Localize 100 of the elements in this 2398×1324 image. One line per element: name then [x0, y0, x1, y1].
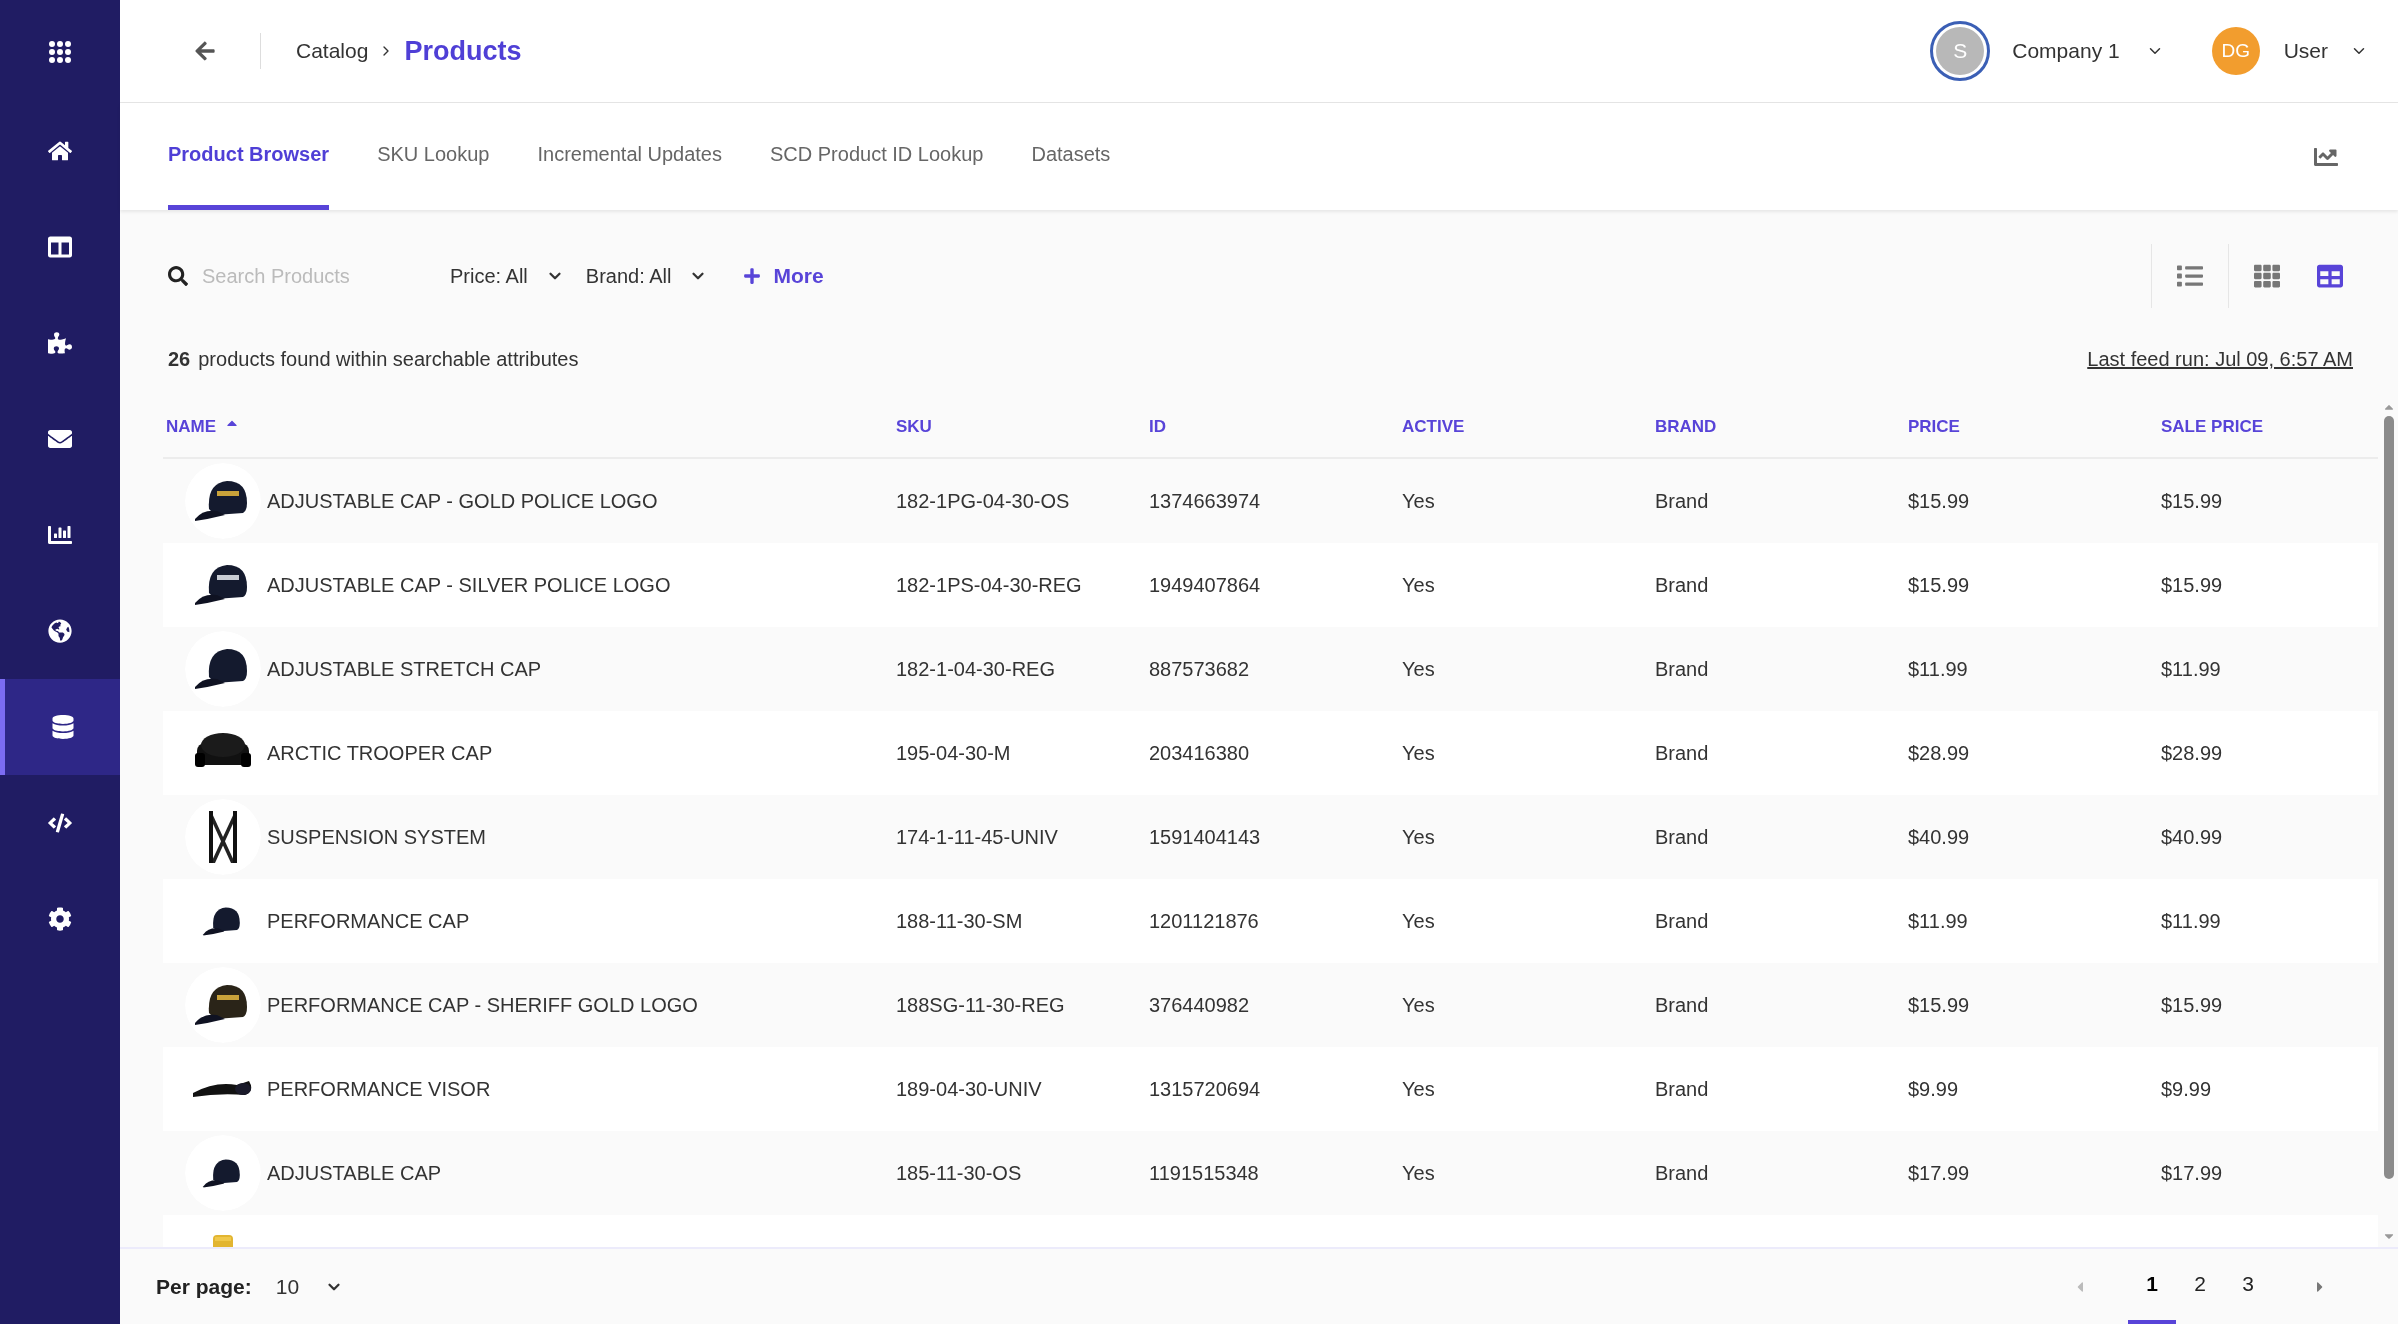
filter-dropdown[interactable]: Price: All	[450, 261, 564, 291]
table-cell-text: Yes	[1402, 993, 1436, 1018]
tab[interactable]: SCD Product ID Lookup	[770, 103, 984, 210]
settings-icon	[48, 907, 72, 931]
table-cell-text: 203416380	[1149, 741, 1251, 766]
page-button[interactable]: 1	[2128, 1248, 2176, 1324]
sidebar-item[interactable]	[0, 679, 120, 775]
table-cell-text: $15.99	[1908, 573, 1971, 598]
page-button[interactable]: 3	[2224, 1248, 2272, 1324]
apps-grid-icon	[48, 39, 72, 64]
table-cell-text: Yes	[1402, 741, 1436, 766]
table-cell-text: 376440982	[1149, 993, 1251, 1018]
table-cell-text: Brand	[1655, 993, 1710, 1018]
table-cell-text: Yes	[1402, 657, 1436, 682]
table-cell-text: $40.99	[1908, 825, 1971, 850]
search-icon	[168, 266, 188, 286]
table-cell-text: PERFORMANCE CAP	[267, 909, 471, 934]
user-dropdown[interactable]: User	[2283, 35, 2368, 67]
last-feed-link[interactable]: Last feed run: Jul 09, 6:57 AM	[2087, 344, 2353, 374]
table-cell-text: 1201121876	[1149, 909, 1260, 934]
table-cell-text: Brand	[1655, 909, 1710, 934]
page-button[interactable]: 2	[2176, 1248, 2224, 1324]
table-row[interactable]: PERFORMANCE VISOR 189-04-30-UNIV 1315720694 Yes Brand $9.99 $9.99	[163, 1047, 2378, 1131]
table-cell-text: $11.99	[1908, 657, 1969, 682]
table-cell-text: $11.99	[2161, 909, 2222, 934]
envelope-icon	[48, 427, 72, 451]
table-cell-text: Yes	[1402, 825, 1436, 850]
per-page-dropdown[interactable]: 10	[275, 1270, 344, 1303]
puzzle-icon	[48, 331, 72, 355]
search-field[interactable]: Search Products	[202, 261, 448, 291]
table-cell-text: $11.99	[1908, 909, 1969, 934]
table-cell-text: Brand	[1655, 489, 1710, 514]
table-cell-text: ADJUSTABLE CAP	[267, 1161, 443, 1186]
table-cell-text: $28.99	[1908, 741, 1971, 766]
company-dropdown[interactable]: Company 1	[2012, 35, 2164, 67]
columns-icon	[48, 235, 72, 259]
table-cell-text: $15.99	[2161, 489, 2224, 514]
table-cell-text: 182-1PS-04-30-REG	[896, 573, 1083, 598]
tab[interactable]: Incremental Updates	[537, 103, 722, 210]
table-cell-text: 1949407864	[1149, 573, 1262, 598]
table-cell-text: ARCTIC TROOPER CAP	[267, 741, 494, 766]
table-cell-text: $28.99	[2161, 741, 2224, 766]
column-header[interactable]: SKU	[896, 413, 932, 440]
table-cell-text: ADJUSTABLE CAP - SILVER POLICE LOGO	[267, 573, 672, 598]
table-cell-text: 185-11-30-OS	[896, 1161, 1023, 1186]
table-cell-text: 1315720694	[1149, 1077, 1262, 1102]
table-cell-text: Brand	[1655, 573, 1710, 598]
table-cell-text: $17.99	[2161, 1161, 2224, 1186]
table-cell-text: $11.99	[2161, 657, 2222, 682]
company-avatar: S	[1930, 21, 1991, 81]
home-icon	[48, 139, 72, 163]
table-cell-text: ADJUSTABLE STRETCH CAP	[267, 657, 543, 682]
table-row[interactable]: PERFORMANCE CAP 188-11-30-SM 1201121876 Yes Brand $11.99 $11.99	[163, 879, 2378, 963]
table-cell-text: 195-04-30-M	[896, 741, 1012, 766]
table-cell-text: Yes	[1402, 1161, 1436, 1186]
table-cell-text: PERFORMANCE CAP - SHERIFF GOLD LOGO	[267, 993, 699, 1018]
table-cell-text: Yes	[1402, 489, 1436, 514]
result-count: 26	[168, 347, 191, 372]
table-cell-text: 1374663974	[1149, 489, 1262, 514]
table-cell-text: ADJUSTABLE CAP - GOLD POLICE LOGO	[267, 489, 659, 514]
table-cell-text: $9.99	[2161, 1077, 2213, 1102]
table-row[interactable]: ARCTIC TROOPER CAP 195-04-30-M 203416380 Yes Brand $28.99 $28.99	[163, 711, 2378, 795]
column-header[interactable]: NAME	[166, 413, 241, 440]
page-title: Products	[404, 34, 522, 68]
column-header[interactable]: SALE PRICE	[2161, 413, 2264, 440]
table-cell-text: $15.99	[2161, 573, 2224, 598]
table-cell-text: $17.99	[1908, 1161, 1971, 1186]
tab[interactable]: Product Browser	[168, 103, 330, 210]
breadcrumb-link[interactable]: Catalog	[296, 35, 369, 67]
table-cell-text: 182-1PG-04-30-OS	[896, 489, 1071, 514]
table-cell-text: 887573682	[1149, 657, 1251, 682]
table-row[interactable]: ADJUSTABLE CAP - SILVER POLICE LOGO 182-1PS-04-30-REG 1949407864 Yes Brand $15.99 $15.99	[163, 543, 2378, 627]
globe-icon	[48, 619, 72, 643]
table-cell-text: 1191515348	[1149, 1161, 1260, 1186]
tab[interactable]: Datasets	[1031, 103, 1111, 210]
table-cell-text: Brand	[1655, 1077, 1710, 1102]
column-header[interactable]: PRICE	[1908, 413, 1960, 440]
table-cell-text: Brand	[1655, 825, 1710, 850]
table-cell-text: $15.99	[2161, 993, 2224, 1018]
table-cell-text: Yes	[1402, 1077, 1436, 1102]
table-cell-text: PERFORMANCE VISOR	[267, 1077, 492, 1102]
filter-dropdown[interactable]: Brand: All	[585, 261, 708, 291]
plus-icon	[743, 267, 762, 285]
table-cell-text: Brand	[1655, 741, 1710, 766]
table-cell-text: Brand	[1655, 1161, 1710, 1186]
column-header[interactable]: ACTIVE	[1402, 413, 1465, 440]
table-cell-text: 182-1-04-30-REG	[896, 657, 1056, 682]
per-page-label: Per page:	[156, 1273, 252, 1300]
table-cell-text: $9.99	[1908, 1077, 1960, 1102]
table-cell-text: $15.99	[1908, 993, 1971, 1018]
tab[interactable]: SKU Lookup	[377, 103, 490, 210]
table-cell-text: 189-04-30-UNIV	[896, 1077, 1043, 1102]
table-cell-text: SUSPENSION SYSTEM	[267, 825, 487, 850]
column-header[interactable]: BRAND	[1655, 413, 1717, 440]
column-header[interactable]: ID	[1149, 413, 1166, 440]
table-cell-text: $40.99	[2161, 825, 2224, 850]
more-filters-button[interactable]: More	[743, 260, 824, 292]
code-icon	[48, 811, 72, 835]
table-cell-text: 174-1-11-45-UNIV	[896, 825, 1059, 850]
list-view-icon	[2177, 263, 2203, 289]
